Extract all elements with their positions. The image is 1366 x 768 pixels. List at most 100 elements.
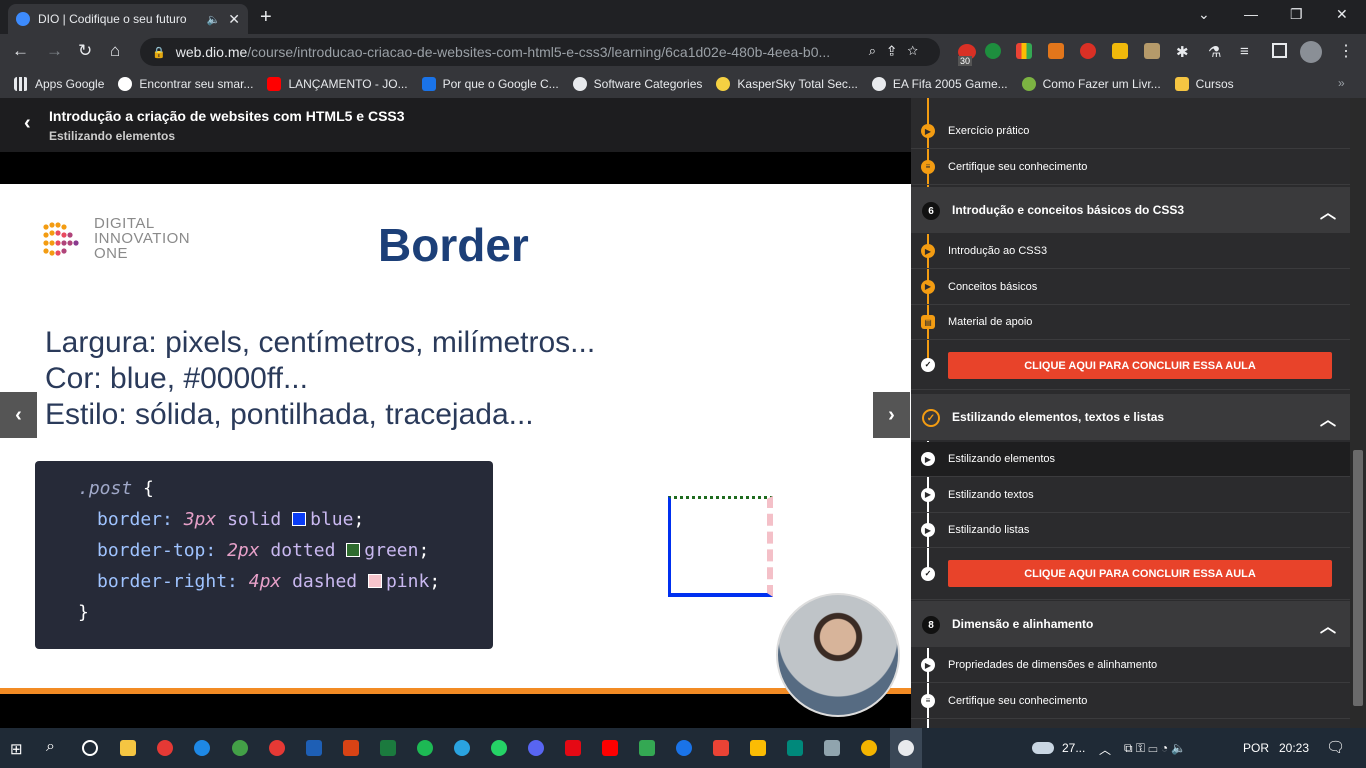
back-chevron-icon[interactable]: ‹ [24,112,31,135]
chrome-icon[interactable] [861,740,877,756]
bookmark-item[interactable]: Encontrar seu smar... [118,77,253,91]
google-drive-icon[interactable] [750,740,766,756]
omnibox-actions[interactable]: ⌕⇪☆ [869,43,930,59]
previous-slide-chevron-icon[interactable]: ‹ [0,392,37,438]
section-header-6[interactable]: 6 Introdução e conceitos básicos do CSS3… [911,187,1350,233]
search-icon[interactable]: ⌕ [46,738,55,756]
lesson-item[interactable]: ▶ Introdução ao CSS3 [911,234,1350,269]
windows-start-icon[interactable]: ⊞ [10,740,23,758]
bookmark-item[interactable]: Software Categories [572,77,702,91]
reload-icon[interactable]: ↻ [78,41,92,61]
opera-icon[interactable] [157,740,173,756]
lesson-item[interactable]: ▶ Estilizando textos [911,477,1350,513]
logo-line-1: DIGITAL [94,215,155,232]
more-bookmarks-chevron-icon[interactable]: » [1338,76,1345,90]
weather-cloud-icon[interactable] [1032,742,1054,754]
lesson-label: Certifique seu conhecimento [948,694,1088,707]
excel-icon[interactable] [380,740,396,756]
binance-extension-icon[interactable] [1112,43,1128,59]
address-bar[interactable]: 🔒 web.dio.me /course/introducao-criacao-… [140,38,940,66]
lesson-item[interactable]: ▶ Conceitos básicos [911,269,1350,305]
lesson-item[interactable]: ▶ Propriedades de dimensões e alinhament… [911,648,1350,683]
tray-app-icons[interactable]: ⧉ ⚿ ▭ ◔ 🔈 [1124,741,1186,756]
bookmark-item[interactable]: EA Fifa 2005 Game... [871,77,1008,91]
netflix-icon[interactable] [565,740,581,756]
colorful-extension-icon[interactable] [1016,43,1032,59]
weather-temp[interactable]: 27... [1062,741,1085,755]
lock-icon[interactable]: 🔒 [152,46,166,59]
cortana-icon[interactable] [82,740,98,756]
tab-title: DIO | Codifique o seu futuro [38,12,187,26]
minimize-button[interactable]: — [1244,6,1258,22]
puzzle-extensions-icon[interactable]: ✱ [1176,43,1189,61]
css-color: pink [385,571,430,592]
notes-extension-icon[interactable] [1144,43,1160,59]
metamask-fox-icon[interactable] [1048,43,1064,59]
conclude-lesson-button[interactable]: CLIQUE AQUI PARA CONCLUIR ESSA AULA [948,352,1332,379]
lesson-item-active[interactable]: ▶ Estilizando elementos [911,442,1350,477]
lesson-item[interactable]: ▤ Material de apoio [911,305,1350,340]
sheets-icon[interactable] [639,740,655,756]
tab-search-chevron-icon[interactable]: ⌄ [1198,6,1210,23]
forward-arrow-icon[interactable]: → [46,41,63,61]
chevron-up-icon[interactable]: ︿ [1320,613,1336,637]
edge-icon[interactable] [194,740,210,756]
chevron-up-icon[interactable]: ︿ [1320,199,1336,223]
lesson-item[interactable]: ▶ Exercício prático [911,114,1350,149]
conclude-lesson-button[interactable]: CLIQUE AQUI PARA CONCLUIR ESSA AULA [948,560,1332,587]
bookmark-label: Como Fazer um Livr... [1042,77,1161,91]
meet-icon[interactable] [787,740,803,756]
profile-avatar[interactable] [1300,41,1322,63]
lesson-item[interactable]: ≡ Certifique seu conhecimento [911,683,1350,719]
next-slide-chevron-icon[interactable]: › [873,392,910,438]
bookmark-item[interactable]: Por que o Google C... [421,77,559,91]
lesson-item[interactable]: ▶ Estilizando listas [911,513,1350,548]
menu-kebab-icon[interactable]: ⋮ [1338,41,1354,61]
browser-tab[interactable]: DIO | Codifique o seu futuro 🔈 ✕ [8,4,248,34]
bookmark-item[interactable]: KasperSky Total Sec... [716,77,858,91]
spotify-icon[interactable] [417,740,433,756]
home-icon[interactable]: ⌂ [110,41,120,61]
settings-app-icon[interactable] [824,740,840,756]
tray-chevron-up-icon[interactable]: ︿ [1099,741,1111,758]
section-header-8[interactable]: 8 Dimensão e alinhamento ︿ [911,601,1350,647]
word-icon[interactable] [306,740,322,756]
kaspersky-icon [716,77,731,91]
whatsapp-icon[interactable] [491,740,507,756]
bookmark-folder-cursos[interactable]: Cursos [1174,77,1234,91]
side-panel-icon[interactable] [1272,43,1287,58]
powerpoint-icon[interactable] [343,740,359,756]
css-color: blue [310,509,354,530]
section-number: 6 [922,202,940,220]
bookmark-item[interactable]: Como Fazer um Livr... [1021,77,1161,91]
speaker-icon[interactable]: 🔈 [207,13,221,26]
media-queue-icon[interactable]: ≡ [1240,43,1249,60]
blue-pin-icon [421,77,436,91]
browser-app-icon[interactable] [676,740,692,756]
sidebar-scrollbar-thumb[interactable] [1353,450,1363,706]
gmail-icon[interactable] [713,740,729,756]
lab-flask-icon[interactable]: ⚗ [1208,43,1221,61]
discord-icon[interactable] [528,740,544,756]
lesson-item[interactable]: ≡ Certifique seu conhecimento [911,149,1350,185]
close-tab-icon[interactable]: ✕ [228,11,240,28]
telegram-icon[interactable] [454,740,470,756]
bookmark-apps-google[interactable]: Apps Google [14,77,104,91]
clock-time[interactable]: 20:23 [1279,741,1309,755]
restore-button[interactable]: ❐ [1290,6,1303,23]
bookmark-item[interactable]: LANÇAMENTO - JO... [267,77,408,91]
chevron-up-icon[interactable]: ︿ [1320,406,1336,430]
youtube-icon[interactable] [602,740,618,756]
notifications-icon[interactable]: 🗨 [1326,738,1345,756]
back-arrow-icon[interactable]: ← [12,41,29,61]
file-explorer-icon[interactable] [120,740,136,756]
keyboard-language[interactable]: POR [1243,741,1269,755]
utorrent-icon[interactable] [232,740,248,756]
section-header-7[interactable]: ✓ Estilizando elementos, textos e listas… [911,394,1350,440]
red-circle-extension-icon[interactable] [1080,43,1096,59]
new-tab-button[interactable]: + [260,6,272,29]
red-app-icon[interactable] [269,740,285,756]
active-chrome-task[interactable] [890,728,922,768]
close-window-button[interactable]: ✕ [1336,6,1348,23]
dollar-extension-icon[interactable] [985,43,1001,59]
